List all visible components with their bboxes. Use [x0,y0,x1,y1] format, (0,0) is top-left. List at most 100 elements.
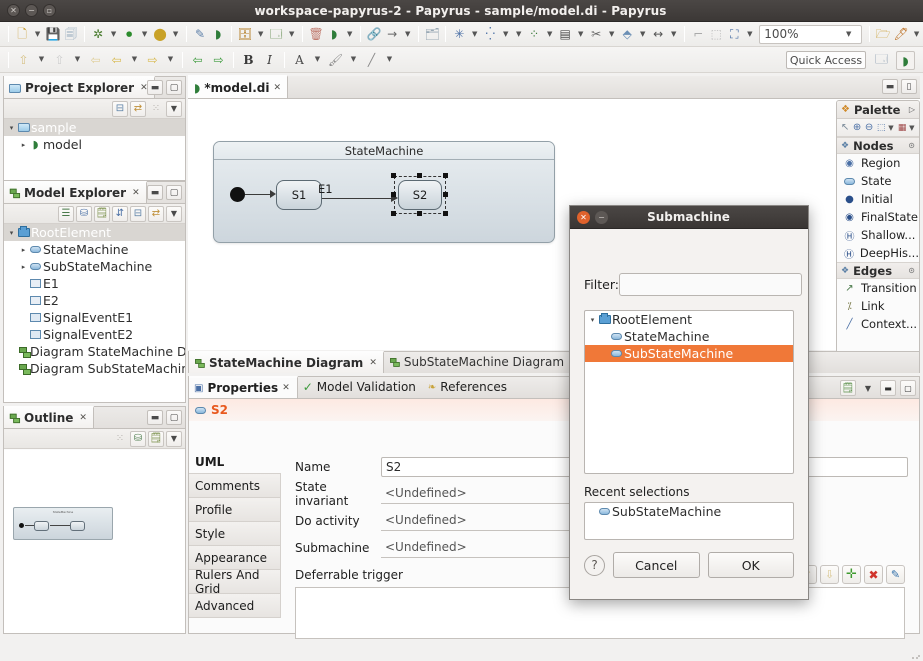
delete-element-icon[interactable]: 🗑 [308,25,324,44]
layout-grid-dropdown-icon[interactable]: ▼ [469,25,480,44]
outline-thumbnail[interactable]: StateMachine [13,507,113,540]
collapse-all-icon[interactable]: ⊟ [112,100,128,117]
close-icon[interactable]: ✕ [79,413,87,423]
dialog-close-button[interactable]: ✕ [577,210,590,224]
palette-item-region[interactable]: ◉ Region [837,154,919,172]
model-explorer-item-row[interactable]: ▸ StateMachine [4,241,185,258]
tab-properties[interactable]: ▣ Properties ✕ [189,376,298,398]
line-style-dropdown-icon[interactable]: ▼ [606,25,617,44]
select-all-icon[interactable]: ⬚ [708,25,724,44]
size-width-dropdown-icon[interactable]: ▼ [668,25,679,44]
collapse-all-icon[interactable]: ⊟ [130,205,146,222]
minimize-icon[interactable]: ▬ [147,410,163,425]
deferrable-delete-button[interactable]: ✖ [864,565,883,584]
layout-grid-icon[interactable]: ✳ [451,25,467,44]
focus-icon[interactable]: ⁙ [148,101,164,117]
model-explorer-tree[interactable]: ▾ RootElement ▸ StateMachine ▸ SubStateMachin… [4,224,185,402]
state-s1[interactable]: S1 [276,180,322,210]
tree-view-icon[interactable]: ⛁ [76,205,92,222]
maximize-icon[interactable]: ▯ [901,79,917,94]
properties-tab-style[interactable]: Style [189,522,281,546]
cancel-button[interactable]: Cancel [613,552,700,578]
profile-icon[interactable]: ⬤ [152,25,168,44]
minimize-icon[interactable]: ▬ [880,380,896,396]
palette-group-collapse-icon[interactable]: ⊙ [908,141,915,150]
twisty-icon[interactable]: ▸ [19,246,28,254]
distribute-dropdown-icon[interactable]: ▼ [500,25,511,44]
palette-item-deephis[interactable]: Ⓗ DeepHis... [837,244,919,262]
dialog-tree-item-row[interactable]: SubStateMachine [585,345,793,362]
size-width-icon[interactable]: ↔ [650,25,666,44]
palette-item-transition[interactable]: ↗ Transition [837,279,919,297]
diagram-canvas[interactable]: StateMachine S1 E1 S2 [188,99,920,350]
open-resource-icon[interactable]: 🗂 [424,25,440,44]
forward-arrow-dropdown-icon[interactable]: ▼ [402,25,413,44]
format-dropdown-icon[interactable]: ▼ [909,124,916,132]
distribute-icon[interactable]: ⁛ [482,25,498,44]
twisty-icon[interactable]: ▸ [19,141,28,149]
close-icon[interactable]: ✕ [273,83,281,93]
diagram-tab-substatemachine[interactable]: SubStateMachine Diagram [384,351,570,373]
palette-item-context[interactable]: ╱ Context... [837,315,919,333]
open-perspective-icon[interactable]: 🗁 [875,25,891,44]
new-wizard-dropdown-icon[interactable]: ▼ [32,25,43,44]
new-child-icon[interactable]: 🗒 [94,205,110,222]
state-s2-selection-handles[interactable] [391,173,449,217]
zoom-level-dropdown-icon[interactable]: ▼ [846,30,857,38]
outline-tree-icon[interactable]: ⛁ [130,430,146,447]
papyrus-model-icon[interactable]: ◗ [326,25,342,44]
pin-editor-dropdown-icon[interactable]: ▼ [911,25,922,44]
open-perspective-button-icon[interactable]: 🗔 [872,51,891,70]
palette-header[interactable]: ❖ Palette ▷ [837,101,919,119]
model-explorer-item-row[interactable]: Diagram SubStateMachine D [4,360,185,377]
dialog-tree-item-row[interactable]: ▾ RootElement [585,311,793,328]
maximize-icon[interactable]: ▢ [166,410,182,425]
palette-group-edges[interactable]: ❖ Edges ⊙ [837,262,919,279]
maximize-icon[interactable]: ▢ [166,185,182,200]
twisty-icon[interactable]: ▾ [7,124,16,132]
papyrus-perspective-icon[interactable]: ◗ [210,25,226,44]
palette-item-shallow[interactable]: Ⓗ Shallow... [837,226,919,244]
help-icon[interactable]: ? [584,554,605,576]
dialog-tree-item-row[interactable]: StateMachine [585,328,793,345]
extra-dropdown-icon[interactable]: ▼ [513,25,524,44]
save-icon[interactable]: 💾 [45,25,61,44]
zoom-out-tool-icon[interactable]: ⊖ [864,120,874,136]
deferrable-edit-button[interactable]: ✎ [886,565,905,584]
marquee-dropdown-icon[interactable]: ▼ [888,124,895,132]
pin-properties-icon[interactable]: 🗒 [840,380,856,396]
tab-outline[interactable]: Outline ✕ [4,406,94,428]
maximize-icon[interactable]: ▢ [166,80,182,95]
link-editor-icon[interactable]: 🔗 [366,25,382,44]
properties-tab-comments[interactable]: Comments [189,474,281,498]
window-maximize-button[interactable]: ▫ [43,4,56,17]
model-explorer-item-row[interactable]: SignalEventE2 [4,326,185,343]
select-tool-icon[interactable]: ↖ [840,120,850,136]
link-with-editor-icon[interactable]: ⇄ [130,100,146,117]
properties-tab-profile[interactable]: Profile [189,498,281,522]
tab-project-explorer[interactable]: Project Explorer ✕ [4,76,155,98]
profile-dropdown-icon[interactable]: ▼ [170,25,181,44]
import-model-dropdown-icon[interactable]: ▼ [255,25,266,44]
twisty-icon[interactable]: ▾ [7,229,16,237]
outline-thumbnail-icon[interactable]: 🗒 [148,430,164,447]
palette-item-finalstate[interactable]: ◉ FinalState [837,208,919,226]
project-explorer-item-row[interactable]: ▾ sample [4,119,185,136]
model-explorer-item-row[interactable]: ▾ RootElement [4,224,185,241]
quick-access-input[interactable]: Quick Access [786,51,866,69]
flip-dropdown-icon[interactable]: ▼ [637,25,648,44]
dialog-filter-input[interactable] [618,273,802,296]
zoom-fit-icon[interactable]: ⛶ [726,25,742,44]
align-dropdown-icon[interactable]: ▼ [544,25,555,44]
pin-editor-icon[interactable]: 🖊 [893,25,909,44]
properties-tab-rulers-and-grid[interactable]: Rulers And Grid [189,568,281,596]
model-explorer-item-row[interactable]: Diagram StateMachine Diagr [4,343,185,360]
palette-expand-icon[interactable]: ▷ [909,105,915,114]
window-minimize-button[interactable]: − [25,4,38,17]
editor-tab-model-di[interactable]: ◗ *model.di ✕ [188,75,289,98]
new-diagram-icon[interactable]: 🗔 [268,25,284,44]
minimize-icon[interactable]: ▬ [882,79,898,94]
run-icon[interactable]: ⏺ [121,25,137,44]
format-tool-icon[interactable]: ▦ [897,120,907,136]
project-explorer-item-row[interactable]: ▸ ◗ model [4,136,185,153]
